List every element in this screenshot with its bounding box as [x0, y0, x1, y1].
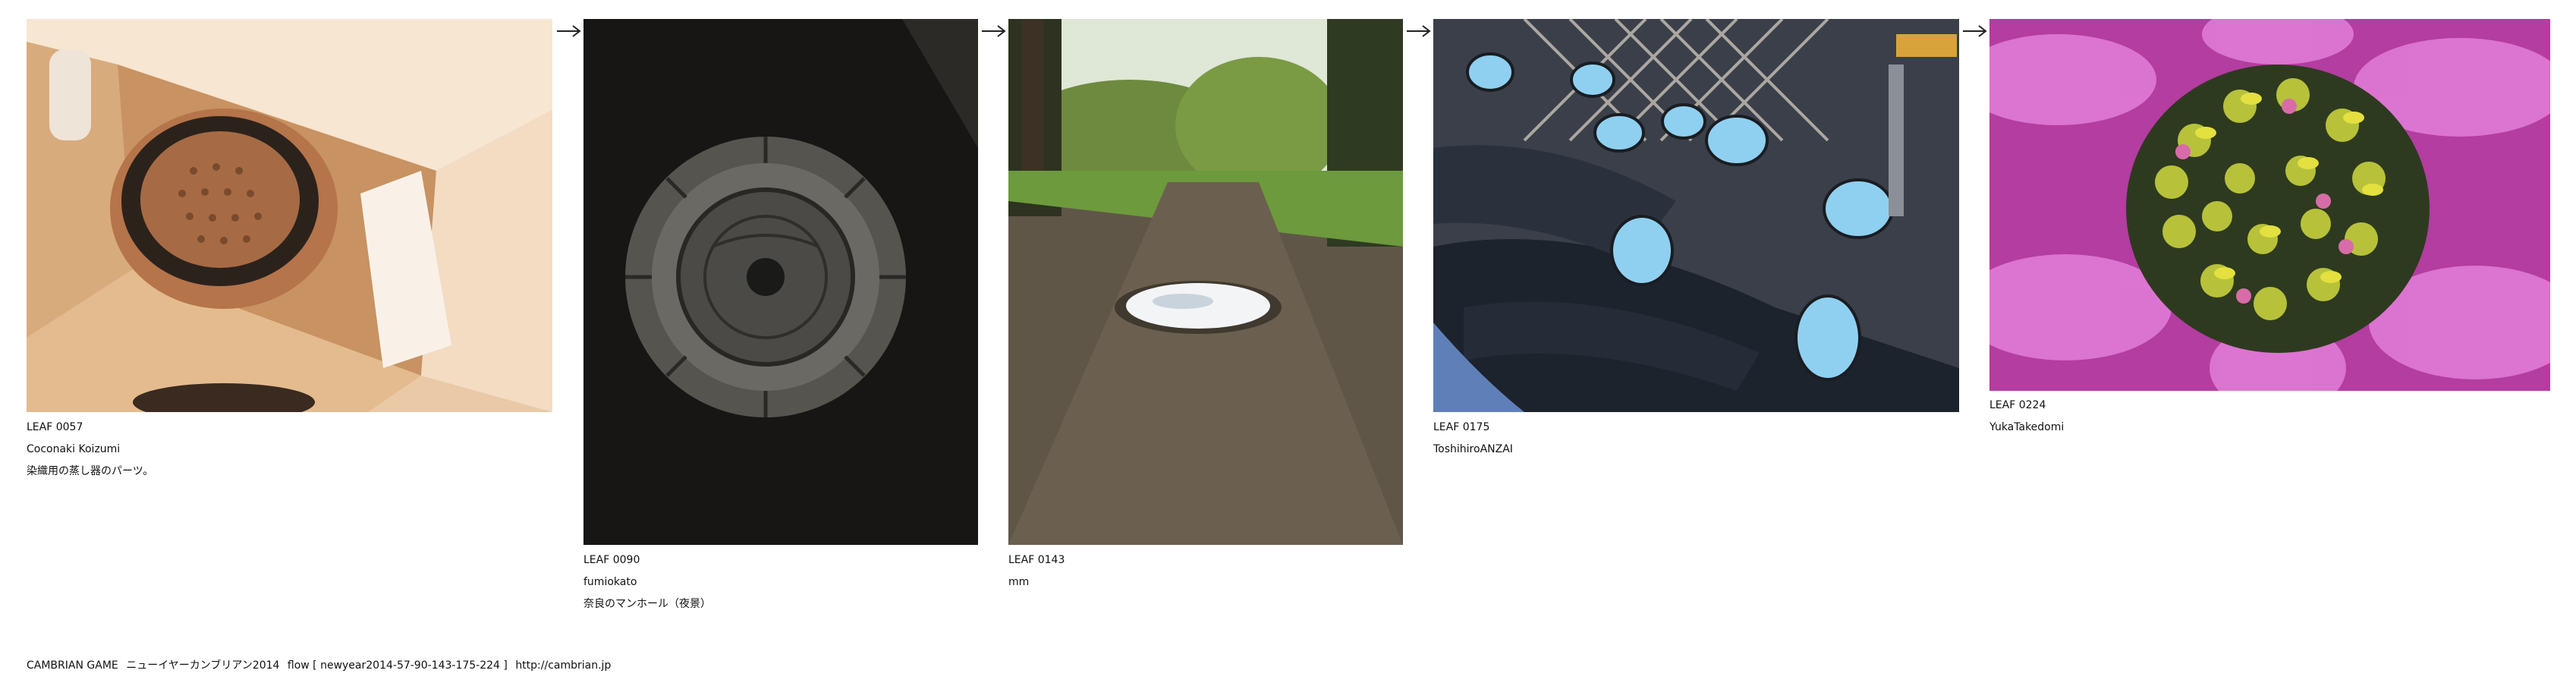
author-name[interactable]: YukaTakedomi: [1989, 417, 2064, 439]
leaf-caption-0143: LEAF 0143 mm: [1008, 549, 1065, 593]
author-name[interactable]: Coconaki Koizumi: [27, 439, 153, 461]
right-arrow-icon: [1407, 25, 1431, 37]
leaf-description: 染織用の蒸し器のパーツ。: [27, 465, 154, 477]
leaf-number[interactable]: LEAF 0175: [1433, 417, 1513, 439]
leaf-caption-0057: LEAF 0057 Coconaki Koizumi 染織用の蒸し器のパーツ。: [27, 417, 153, 483]
footer: CAMBRIAN GAME ニューイヤーカンブリアン2014 flow [ ne…: [27, 657, 615, 672]
leaf-photo-0057[interactable]: [27, 19, 552, 412]
leaf-photo-0175[interactable]: [1433, 19, 1959, 412]
footer-title: ニューイヤーカンブリアン2014: [126, 659, 280, 672]
author-name[interactable]: ToshihiroANZAI: [1433, 439, 1513, 461]
footer-url-link[interactable]: http://cambrian.jp: [515, 659, 611, 672]
right-arrow-icon: [982, 25, 1006, 37]
footer-flow-label: flow [ newyear2014-57-90-143-175-224 ]: [287, 659, 508, 672]
leaf-number[interactable]: LEAF 0090: [583, 549, 711, 571]
footer-game-name[interactable]: CAMBRIAN GAME: [27, 659, 118, 672]
leaf-caption-0090: LEAF 0090 fumiokato 奈良のマンホール（夜景）: [583, 549, 711, 615]
leaf-photo-0224[interactable]: [1989, 19, 2550, 391]
leaf-photo-0090[interactable]: [583, 19, 978, 545]
leaf-description: 奈良のマンホール（夜景）: [583, 598, 711, 610]
leaf-number[interactable]: LEAF 0224: [1989, 395, 2064, 417]
leaf-caption-0224: LEAF 0224 YukaTakedomi: [1989, 395, 2064, 439]
author-name[interactable]: fumiokato: [583, 571, 711, 593]
leaf-photo-0143[interactable]: [1008, 19, 1403, 545]
leaf-number[interactable]: LEAF 0057: [27, 417, 153, 439]
right-arrow-icon: [557, 25, 581, 37]
author-name[interactable]: mm: [1008, 571, 1065, 593]
leaf-number[interactable]: LEAF 0143: [1008, 549, 1065, 571]
right-arrow-icon: [1963, 25, 1987, 37]
leaf-caption-0175: LEAF 0175 ToshihiroANZAI: [1433, 417, 1513, 461]
